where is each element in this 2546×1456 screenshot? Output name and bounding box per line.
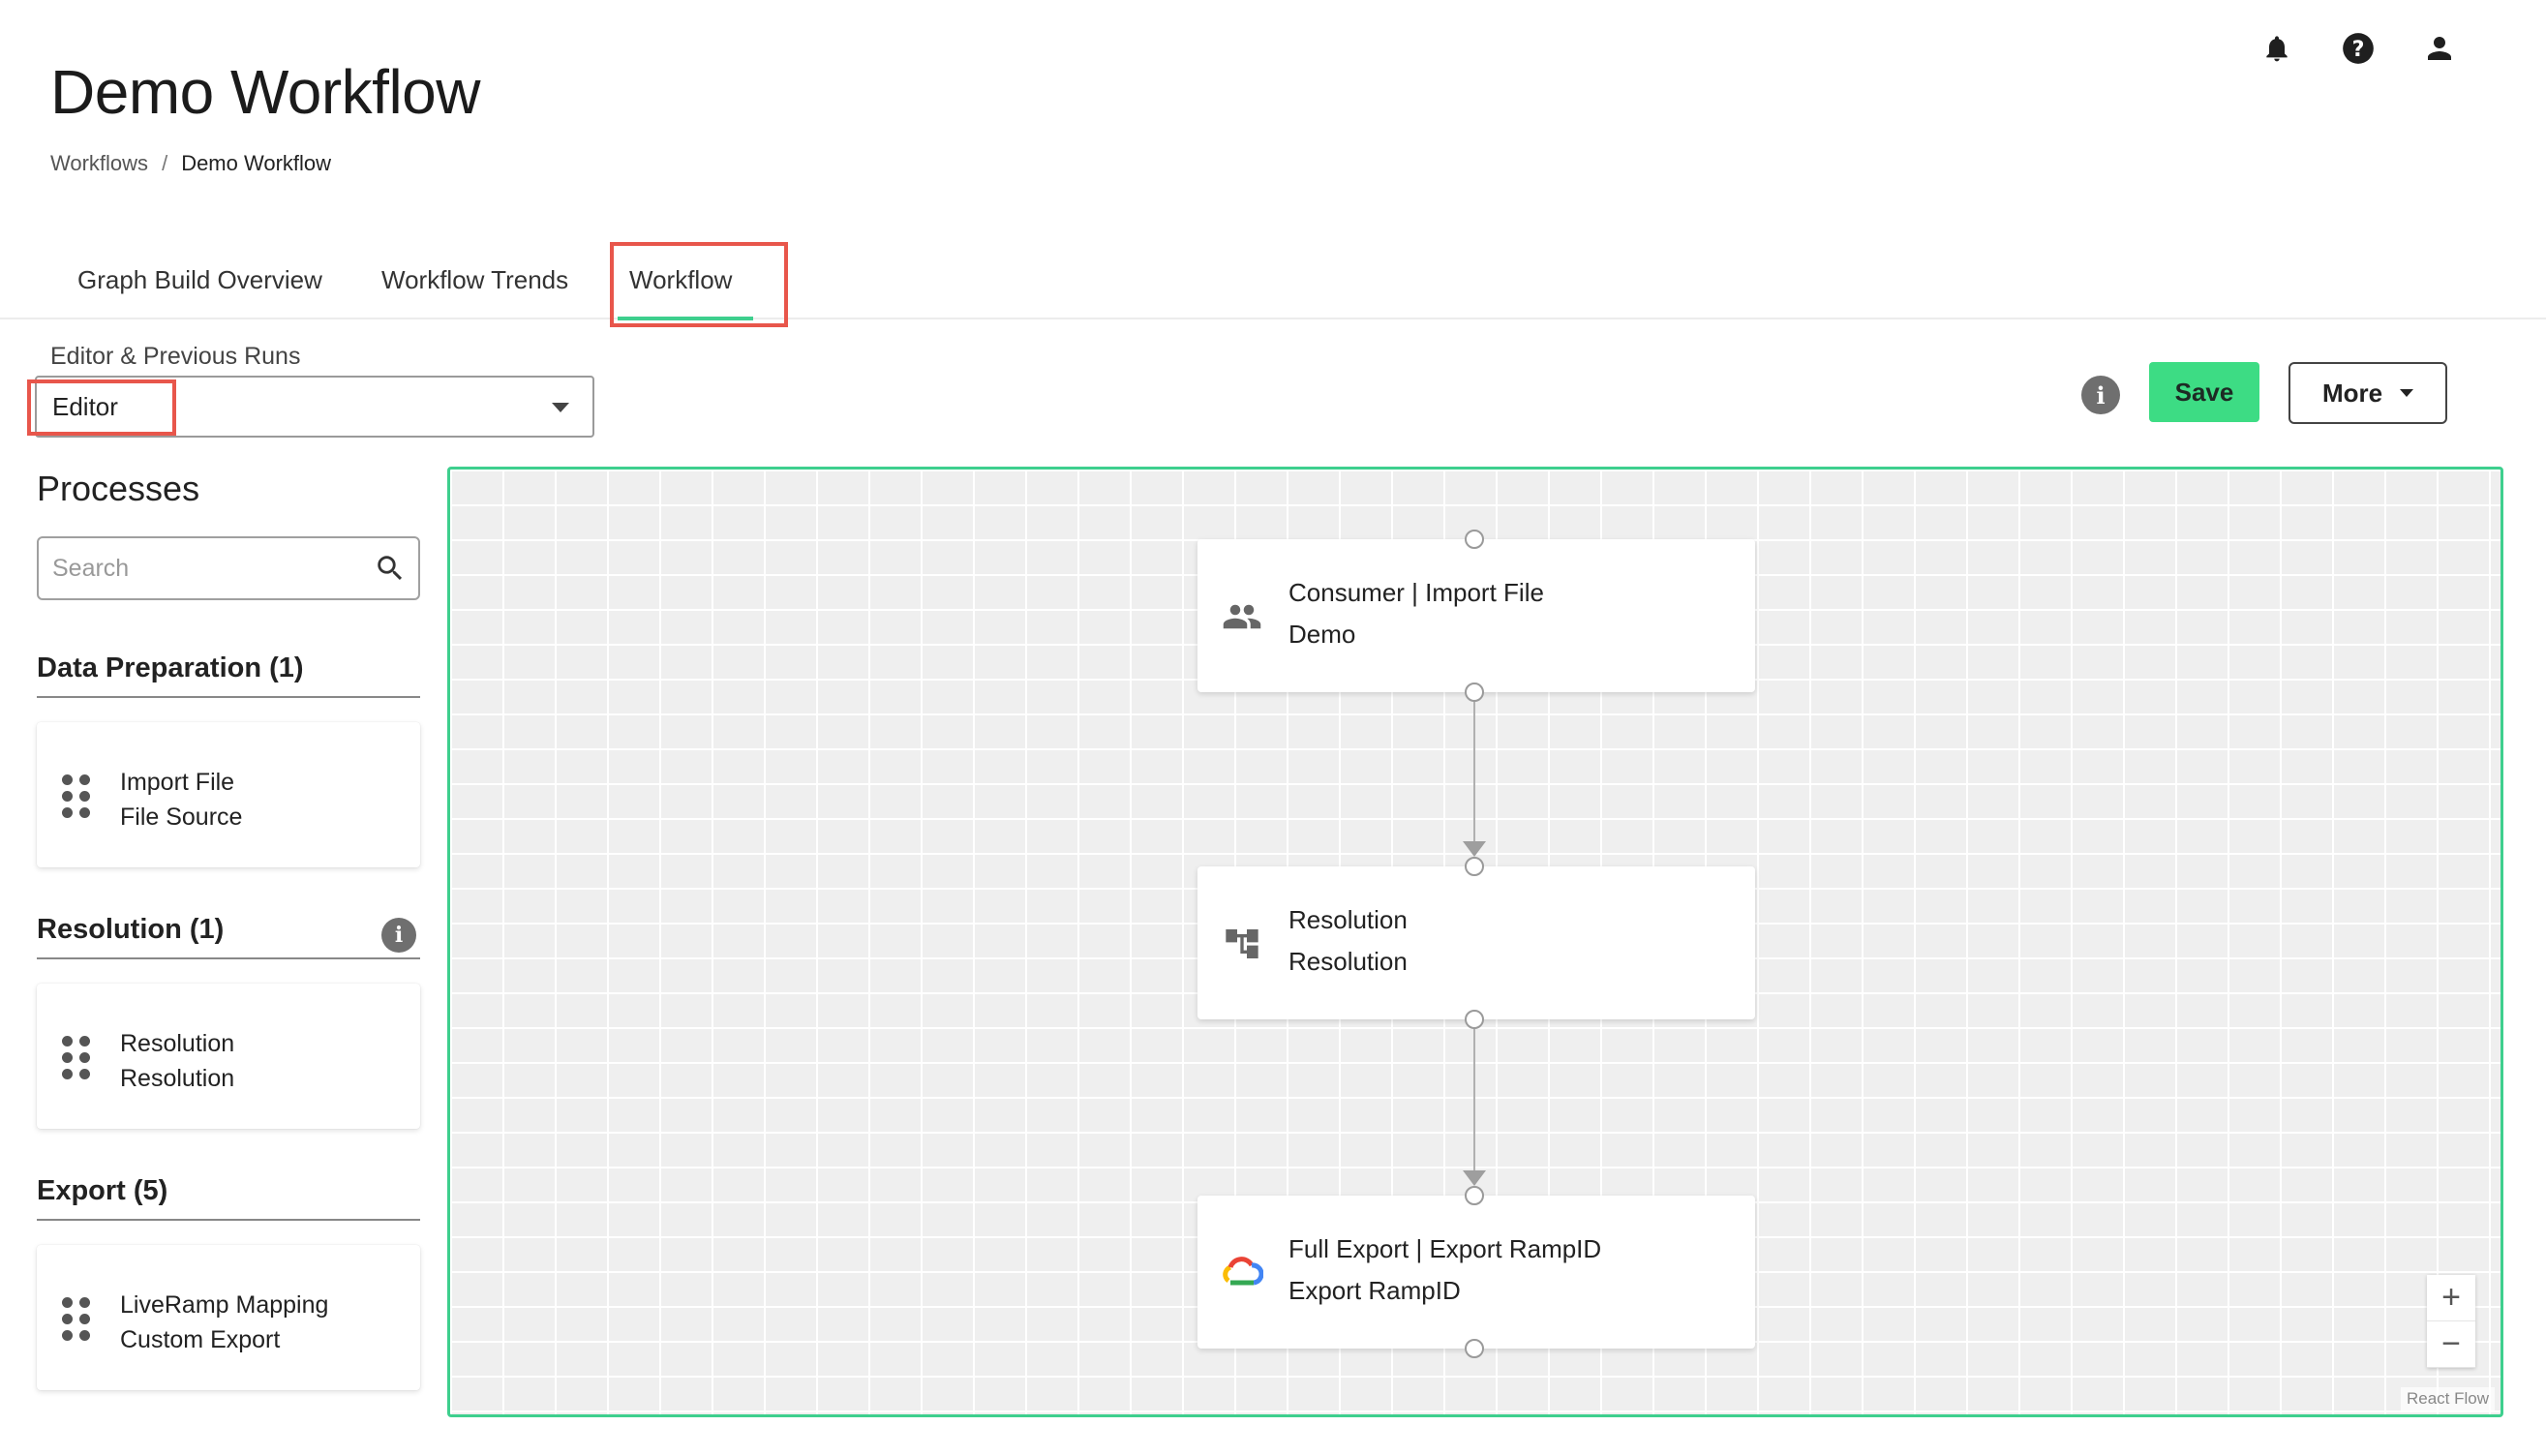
workflow-canvas[interactable]: Consumer | Import File Demo Resolution R… [447, 467, 2503, 1417]
edge-resolution-to-export[interactable] [1473, 1021, 1475, 1178]
tab-bar: Graph Build Overview Workflow Trends Wor… [0, 242, 2546, 320]
react-flow-attribution[interactable]: React Flow [2400, 1387, 2495, 1410]
highlight-box-editor [27, 379, 176, 436]
node-subtitle: Export RampID [1288, 1276, 1461, 1305]
process-type: Resolution [120, 1065, 235, 1092]
search-icon[interactable] [374, 552, 407, 592]
arrow-head-icon [1463, 1170, 1486, 1186]
edge-import-to-resolution[interactable] [1473, 694, 1475, 849]
info-icon[interactable]: i [2081, 376, 2120, 414]
node-title: Full Export | Export RampID [1288, 1234, 1602, 1263]
node-output-handle[interactable] [1465, 682, 1484, 702]
account-icon[interactable] [2420, 29, 2459, 68]
help-icon[interactable]: ? [2339, 29, 2378, 68]
node-subtitle: Demo [1288, 620, 1356, 649]
search-placeholder: Search [52, 554, 130, 582]
highlight-box-workflow-tab [610, 242, 788, 327]
more-button-label: More [2321, 378, 2383, 408]
bell-icon[interactable] [2258, 29, 2296, 68]
process-name: Resolution [120, 1030, 235, 1057]
node-title: Resolution [1288, 905, 1408, 934]
save-button[interactable]: Save [2149, 362, 2259, 422]
processes-sidebar: Processes Search Data Preparation (1) Im… [37, 469, 420, 1390]
node-output-handle[interactable] [1465, 1339, 1484, 1358]
drag-handle-icon[interactable] [62, 1297, 91, 1341]
node-output-handle[interactable] [1465, 1010, 1484, 1029]
node-input-handle[interactable] [1465, 1186, 1484, 1205]
drag-handle-icon[interactable] [62, 774, 91, 818]
svg-text:?: ? [2352, 37, 2365, 62]
process-name: Import File [120, 769, 235, 796]
tab-workflow-trends[interactable]: Workflow Trends [381, 258, 568, 303]
process-search-input[interactable]: Search [37, 536, 420, 600]
chevron-down-icon [552, 403, 569, 412]
header-actions: ? [2258, 29, 2459, 68]
process-card-liveramp-mapping[interactable]: LiveRamp Mapping Custom Export [37, 1245, 420, 1390]
workflow-node-import-file[interactable]: Consumer | Import File Demo [1197, 539, 1755, 692]
page-title: Demo Workflow [50, 57, 480, 127]
workflow-node-full-export[interactable]: Full Export | Export RampID Export RampI… [1197, 1196, 1755, 1349]
zoom-in-button[interactable]: + [2427, 1275, 2475, 1321]
node-subtitle: Resolution [1288, 947, 1408, 976]
breadcrumb-workflows-link[interactable]: Workflows [50, 151, 148, 176]
more-button[interactable]: More [2288, 362, 2447, 424]
section-resolution-title: Resolution (1) [37, 914, 225, 945]
workflow-node-resolution[interactable]: Resolution Resolution [1197, 866, 1755, 1019]
zoom-out-button[interactable]: − [2427, 1321, 2475, 1368]
zoom-controls: + − [2427, 1275, 2475, 1368]
process-card-resolution[interactable]: Resolution Resolution [37, 984, 420, 1129]
breadcrumb: Workflows / Demo Workflow [50, 151, 331, 176]
people-icon [1221, 595, 1263, 638]
node-title: Consumer | Import File [1288, 578, 1544, 607]
resolution-flow-icon [1221, 923, 1263, 965]
breadcrumb-separator: / [162, 151, 168, 175]
arrow-head-icon [1463, 841, 1486, 857]
caret-down-icon [2400, 389, 2414, 397]
editor-select-label: Editor & Previous Runs [50, 343, 301, 370]
processes-title: Processes [37, 469, 200, 508]
breadcrumb-current: Demo Workflow [181, 151, 332, 175]
process-name: LiveRamp Mapping [120, 1291, 329, 1319]
node-input-handle[interactable] [1465, 530, 1484, 549]
process-card-import-file[interactable]: Import File File Source [37, 722, 420, 867]
google-cloud-icon [1221, 1252, 1263, 1294]
process-type: Custom Export [120, 1326, 281, 1353]
drag-handle-icon[interactable] [62, 1036, 91, 1079]
node-input-handle[interactable] [1465, 857, 1484, 876]
section-data-preparation: Data Preparation (1) [37, 652, 420, 698]
section-resolution: Resolution (1) i [37, 914, 420, 959]
tab-graph-build-overview[interactable]: Graph Build Overview [77, 258, 322, 303]
info-icon[interactable]: i [381, 918, 416, 953]
section-export: Export (5) [37, 1175, 420, 1221]
process-type: File Source [120, 804, 243, 831]
